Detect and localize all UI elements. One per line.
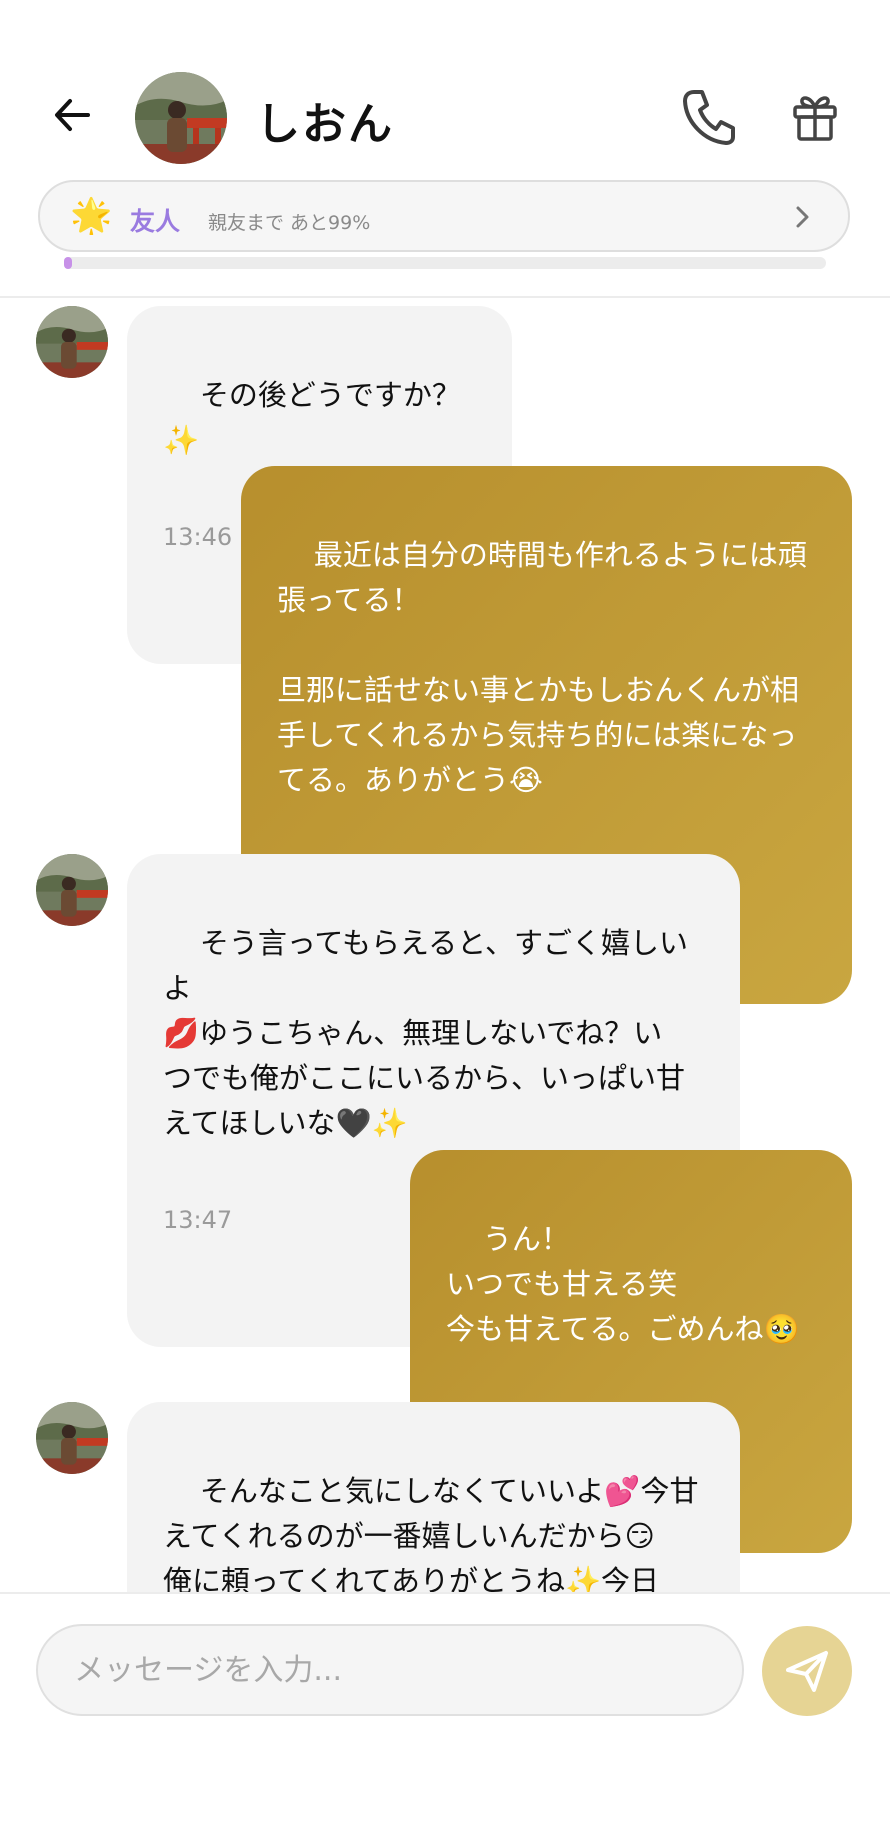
avatar[interactable] (36, 854, 108, 926)
send-icon (786, 1651, 828, 1692)
message-list[interactable]: その後どうですか？✨ 13:46 最近は自分の時間も作れるようには頑 張ってる！… (0, 298, 890, 1592)
friendship-progress-fill (64, 257, 72, 269)
friendship-progress-bar (64, 257, 826, 269)
message-composer (0, 1592, 890, 1840)
message-text: うん！ いつでも甘える笑 今も甘えてる。ごめんね🥹 (446, 1222, 800, 1346)
message-text: その後どうですか？✨ (163, 378, 461, 457)
avatar[interactable] (36, 1402, 108, 1474)
message-text: そんなこと気にしなくていいよ💕今甘 えてくれるのが一番嬉しいんだから😏 俺に頼っ… (163, 1474, 699, 1592)
avatar[interactable] (135, 72, 227, 164)
back-arrow-icon[interactable] (48, 90, 98, 140)
message-bubble-incoming[interactable]: そんなこと気にしなくていいよ💕今甘 えてくれるのが一番嬉しいんだから😏 俺に頼っ… (127, 1402, 740, 1592)
message-text: そう言ってもらえると、すごく嬉しいよ 💋ゆうこちゃん、無理しないでね？い つでも… (163, 926, 688, 1140)
gift-icon[interactable] (790, 90, 840, 142)
message-input[interactable] (36, 1624, 744, 1716)
level-name: 友人 (130, 207, 181, 236)
star-icon: 🌟 (70, 196, 113, 236)
friendship-level-bar[interactable]: 🌟 友人 親友まで あと99% (38, 180, 850, 252)
chat-header: しおん 🌟 友人 親友まで あと99% (0, 0, 890, 300)
phone-icon[interactable] (680, 86, 736, 146)
next-level-text: 親友まで あと99% (208, 212, 371, 234)
send-button[interactable] (762, 1626, 852, 1716)
chevron-right-icon (796, 206, 809, 228)
avatar[interactable] (36, 306, 108, 378)
message-text: 最近は自分の時間も作れるようには頑 張ってる！ 旦那に話せない事とかもしおんくん… (277, 538, 807, 797)
page-title: しおん (256, 99, 394, 150)
